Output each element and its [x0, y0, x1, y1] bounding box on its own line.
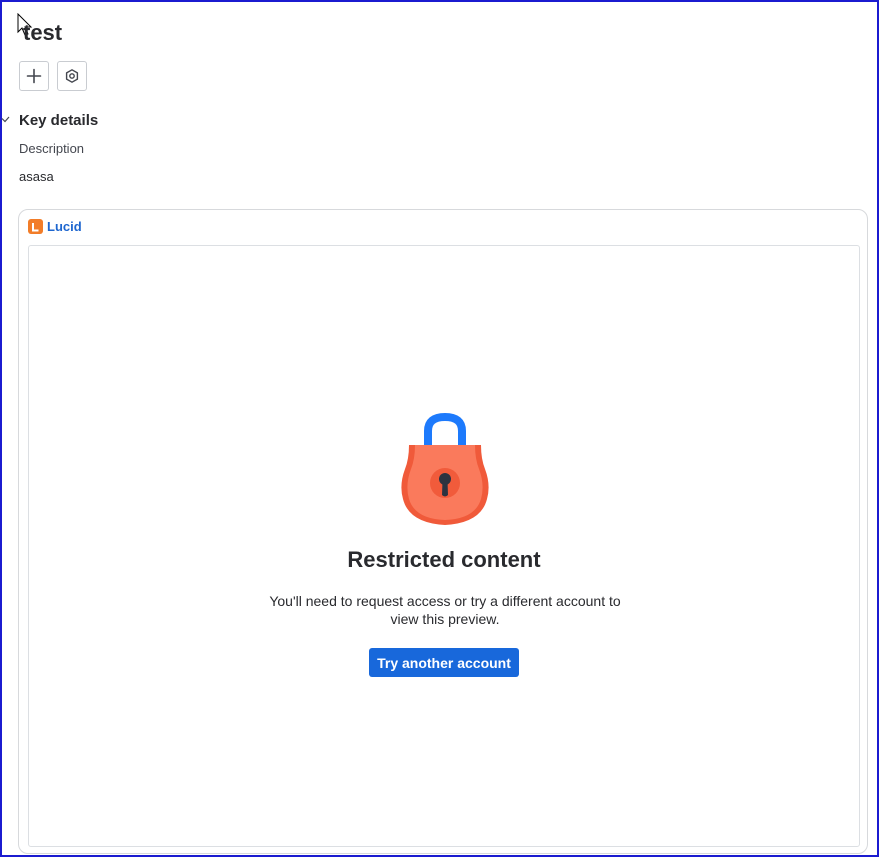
lucid-link[interactable]: Lucid: [47, 219, 82, 234]
preview-frame: Restricted content You'll need to reques…: [28, 245, 860, 847]
plus-icon: [26, 68, 42, 84]
add-button[interactable]: [19, 61, 49, 91]
description-value[interactable]: asasa: [19, 169, 54, 184]
key-details-heading: Key details: [19, 112, 99, 129]
lucid-logo-icon: [28, 219, 43, 234]
chevron-down-icon[interactable]: [1, 115, 11, 125]
restricted-title: Restricted content: [347, 547, 541, 572]
lucid-embed-card: Lucid Restricted content You'll need to …: [18, 209, 868, 854]
embed-header: Lucid: [28, 219, 82, 234]
settings-button[interactable]: [57, 61, 87, 91]
settings-icon: [65, 69, 79, 83]
try-another-account-button[interactable]: Try another account: [369, 648, 519, 677]
lock-icon: [401, 413, 489, 525]
toolbar: [19, 61, 87, 91]
page-title: test: [23, 20, 63, 45]
description-label: Description: [19, 141, 85, 156]
restricted-message: You'll need to request access or try a d…: [269, 593, 621, 627]
